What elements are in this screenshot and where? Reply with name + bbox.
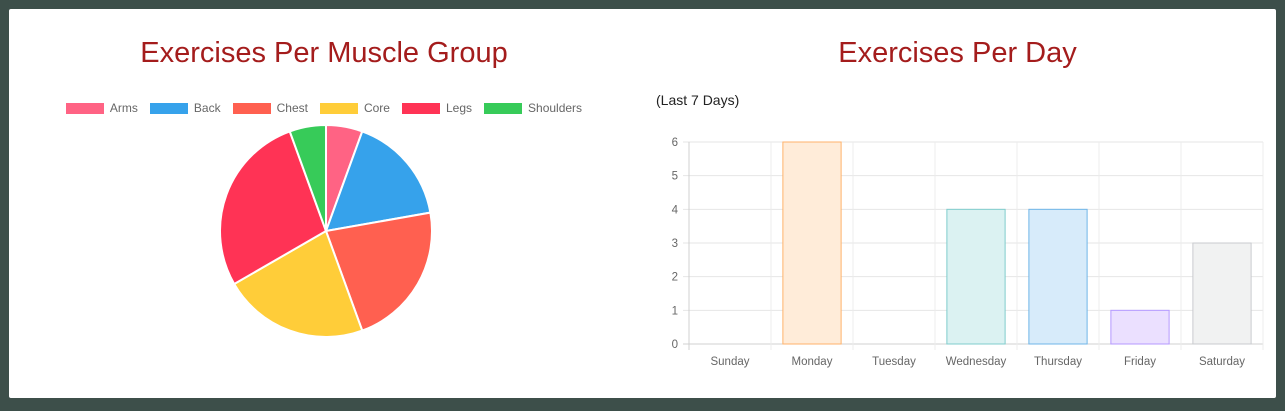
bar-monday[interactable]: [782, 141, 842, 345]
bar-chart: 0 1 2 3 4 5 6 Sunday Monday Tuesday Wednesday Thurs…: [672, 137, 1264, 368]
x-tick-label: Wednesday: [946, 356, 1007, 368]
x-tick-label: Friday: [1124, 356, 1156, 368]
y-tick-label: 6: [672, 137, 678, 149]
bar-chart-panel: Exercises Per Day (Last 7 Days) 0123456S…: [639, 9, 1276, 398]
y-tick-label: 2: [672, 272, 678, 284]
x-tick-label: Thursday: [1034, 356, 1082, 368]
x-tick-label: Tuesday: [872, 356, 916, 368]
y-tick-label: 3: [672, 238, 678, 250]
pie-chart-panel: Exercises Per Muscle Group Arms Back Chest…: [9, 9, 639, 398]
x-tick-label: Sunday: [710, 356, 749, 368]
y-tick-label: 4: [672, 204, 679, 216]
x-tick-label: Saturday: [1199, 356, 1245, 368]
y-tick-label: 1: [672, 305, 678, 317]
bar-friday[interactable]: [1110, 309, 1170, 345]
y-tick-label: 0: [672, 339, 678, 351]
pie-chart: [219, 123, 433, 338]
x-tick-label: Monday: [792, 356, 833, 368]
bar-thursday[interactable]: [1028, 208, 1088, 345]
y-tick-label: 5: [672, 171, 678, 183]
bar-wednesday[interactable]: [946, 208, 1006, 345]
bar-saturday[interactable]: [1192, 242, 1252, 345]
dashboard-card: Exercises Per Muscle Group Arms Back Chest…: [9, 9, 1276, 398]
